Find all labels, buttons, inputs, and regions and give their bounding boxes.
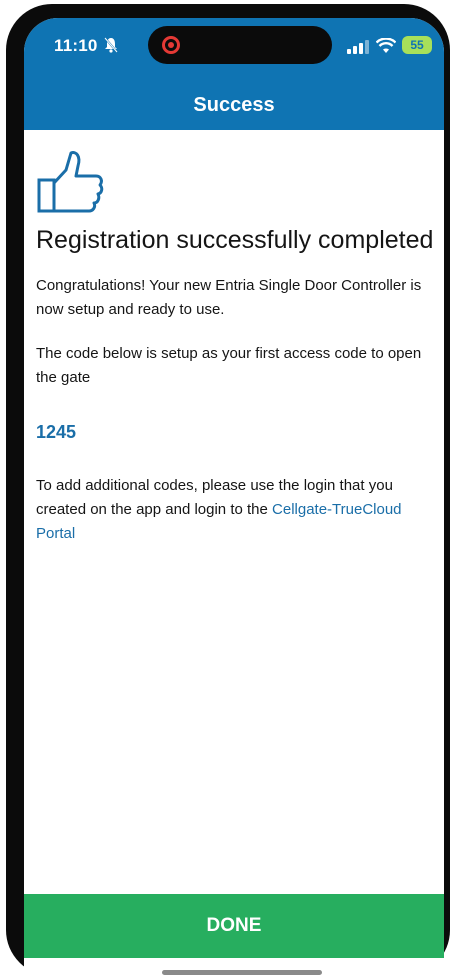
app-header: 11:10 55 Success [24, 18, 444, 130]
app-screen: 11:10 55 Success Registration successful… [24, 18, 444, 980]
phone-frame: 11:10 55 Success Registration successful… [6, 4, 450, 980]
additional-codes-text: To add additional codes, please use the … [36, 474, 438, 546]
congratulations-text: Congratulations! Your new Entria Single … [36, 277, 422, 318]
success-heading: Registration successfully completed [36, 226, 434, 254]
bell-muted-icon [104, 37, 118, 53]
done-button[interactable]: DONE [24, 894, 444, 958]
thumbs-up-icon [37, 151, 104, 213]
wifi-icon [376, 38, 396, 53]
page-title: Success [193, 94, 275, 116]
record-indicator-icon [162, 36, 180, 54]
battery-icon: 55 [402, 36, 432, 54]
cellular-signal-icon [347, 40, 369, 54]
access-code-value: 1245 [36, 422, 77, 442]
home-indicator[interactable] [162, 970, 322, 975]
access-code-description: The code below is setup as your first ac… [36, 345, 422, 386]
dynamic-island [148, 26, 332, 64]
status-time: 11:10 [54, 36, 98, 55]
